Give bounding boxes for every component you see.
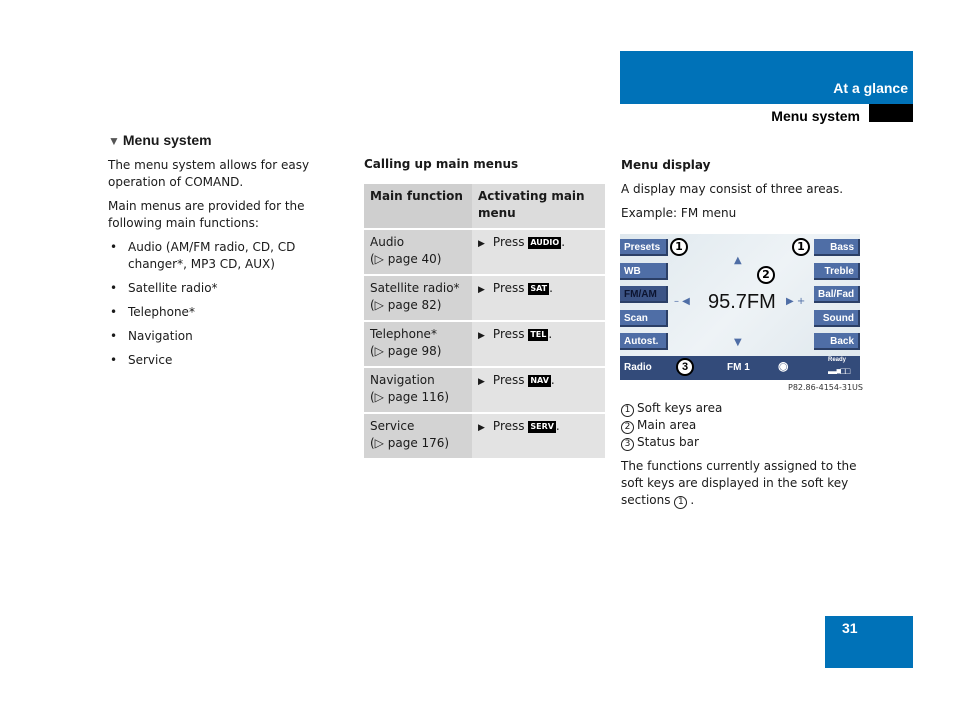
page-link[interactable]: (▷ page 116): [370, 390, 449, 404]
table-row: Audio (▷ page 40) ▶ Press AUDIO.: [364, 229, 605, 276]
example-label: Example: FM menu: [621, 206, 737, 220]
fm-menu-screenshot: Presets WB FM/AM Scan Autost. Bass Trebl…: [620, 234, 860, 380]
chapter-title: At a glance: [833, 80, 908, 96]
seek-right-icon: ▶ +: [786, 296, 806, 307]
function-name: Navigation: [370, 373, 435, 387]
arrow-right-icon: ▶: [478, 423, 485, 433]
page-link[interactable]: (▷ page 98): [370, 344, 441, 358]
header-main-function: Main function: [364, 184, 472, 230]
softkey-wb: WB: [620, 263, 668, 280]
triangle-down-icon: ▼: [108, 134, 120, 148]
closing-text: The functions currently assigned to the …: [621, 459, 857, 509]
softkey-sound: Sound: [814, 310, 860, 327]
table-header-row: Main function Activating main menu: [364, 184, 605, 230]
down-arrow-icon: ▼: [734, 337, 742, 348]
softkey-bal-fad: Bal/Fad: [814, 286, 860, 303]
section-header: Menu system: [771, 108, 860, 124]
function-name: Service: [370, 419, 415, 433]
page-link[interactable]: (▷ page 40): [370, 252, 441, 266]
status-bar: Radio FM 1 ◉ Ready ▬■□□ 3: [620, 356, 860, 380]
list-item: • Satellite radio*: [110, 281, 218, 295]
bullet-icon: •: [110, 353, 118, 367]
softkey-fm-am: FM/AM: [620, 286, 668, 303]
list-item: • Telephone*: [110, 305, 195, 319]
softkey-autost: Autost.: [620, 333, 668, 350]
header-band: [620, 51, 913, 104]
bullet-icon: •: [110, 305, 118, 319]
arrow-right-icon: ▶: [478, 331, 485, 341]
callout-2: 2: [757, 266, 775, 284]
legend-item: 3 Status bar: [621, 434, 871, 451]
table-row: Telephone* (▷ page 98) ▶ Press TEL.: [364, 321, 605, 368]
signal-strength-icon: ▬■□□: [828, 366, 850, 376]
tel-key-icon: TEL: [528, 329, 549, 341]
lead-text: Main menus are provided for the followin…: [108, 199, 305, 230]
arrow-right-icon: ▶: [478, 377, 485, 387]
function-name: Telephone*: [370, 327, 437, 341]
menu-display-title: Menu display: [621, 158, 711, 172]
intro-text: The menu system allows for easy operatio…: [108, 158, 310, 189]
bullet-icon: •: [110, 281, 118, 295]
image-reference: P82.86-4154-31US: [788, 383, 863, 392]
callout-number: 1: [674, 496, 688, 509]
function-name: Audio: [370, 235, 405, 249]
header-marker: [869, 104, 913, 122]
status-ready: Ready: [828, 357, 847, 363]
disc-icon: ◉: [778, 359, 789, 373]
status-band: FM 1: [727, 362, 750, 373]
page-link[interactable]: (▷ page 176): [370, 436, 449, 450]
section-title: ▼ Menu system: [108, 132, 212, 148]
softkey-treble: Treble: [814, 263, 860, 280]
header-activating: Activating main menu: [472, 184, 605, 230]
main-menu-table: Main function Activating main menu Audio…: [364, 184, 605, 460]
up-arrow-icon: ▲: [734, 255, 742, 266]
list-item: • Audio (AM/FM radio, CD, CD changer*, MP…: [110, 240, 296, 271]
status-radio: Radio: [624, 362, 652, 373]
page-link[interactable]: (▷ page 82): [370, 298, 441, 312]
callout-1-left: 1: [670, 238, 688, 256]
function-name: Satellite radio*: [370, 281, 460, 295]
frequency-display: 95.7FM: [708, 291, 776, 313]
intro-column: The menu system allows for easy operatio…: [108, 157, 358, 376]
seek-left-icon: – ◀: [674, 296, 690, 307]
bullet-icon: •: [110, 329, 118, 343]
sat-key-icon: SAT: [528, 283, 550, 295]
callout-number: 3: [621, 438, 634, 451]
softkey-back: Back: [814, 333, 860, 350]
serv-key-icon: SERV: [528, 421, 556, 433]
softkey-presets: Presets: [620, 239, 668, 256]
arrow-right-icon: ▶: [478, 239, 485, 249]
function-list: • Audio (AM/FM radio, CD, CD changer*, MP…: [108, 239, 358, 369]
table-title: Calling up main menus: [364, 157, 519, 171]
page-number-box: [825, 616, 913, 668]
display-intro: A display may consist of three areas.: [621, 182, 844, 196]
arrow-right-icon: ▶: [478, 285, 485, 295]
table-row: Navigation (▷ page 116) ▶ Press NAV.: [364, 367, 605, 414]
legend-block: 1 Soft keys area 2 Main area 3 Status bar T…: [621, 400, 871, 516]
list-item: • Navigation: [110, 329, 193, 343]
table-row: Satellite radio* (▷ page 82) ▶ Press SAT.: [364, 275, 605, 322]
menu-display-column: Menu display A display may consist of th…: [621, 157, 871, 229]
page-number: 31: [842, 620, 858, 636]
bullet-icon: •: [110, 240, 118, 254]
table-row: Service (▷ page 176) ▶ Press SERV.: [364, 413, 605, 460]
softkey-bass: Bass: [814, 239, 860, 256]
callout-3: 3: [676, 358, 694, 376]
callout-1-right: 1: [792, 238, 810, 256]
legend-item: 2 Main area: [621, 417, 871, 434]
audio-key-icon: AUDIO: [528, 237, 562, 249]
softkey-scan: Scan: [620, 310, 668, 327]
legend-list: 1 Soft keys area 2 Main area 3 Status bar: [621, 400, 871, 451]
nav-key-icon: NAV: [528, 375, 551, 387]
list-item: • Service: [110, 353, 173, 367]
callout-number: 2: [621, 421, 634, 434]
legend-item: 1 Soft keys area: [621, 400, 871, 417]
callout-number: 1: [621, 404, 634, 417]
